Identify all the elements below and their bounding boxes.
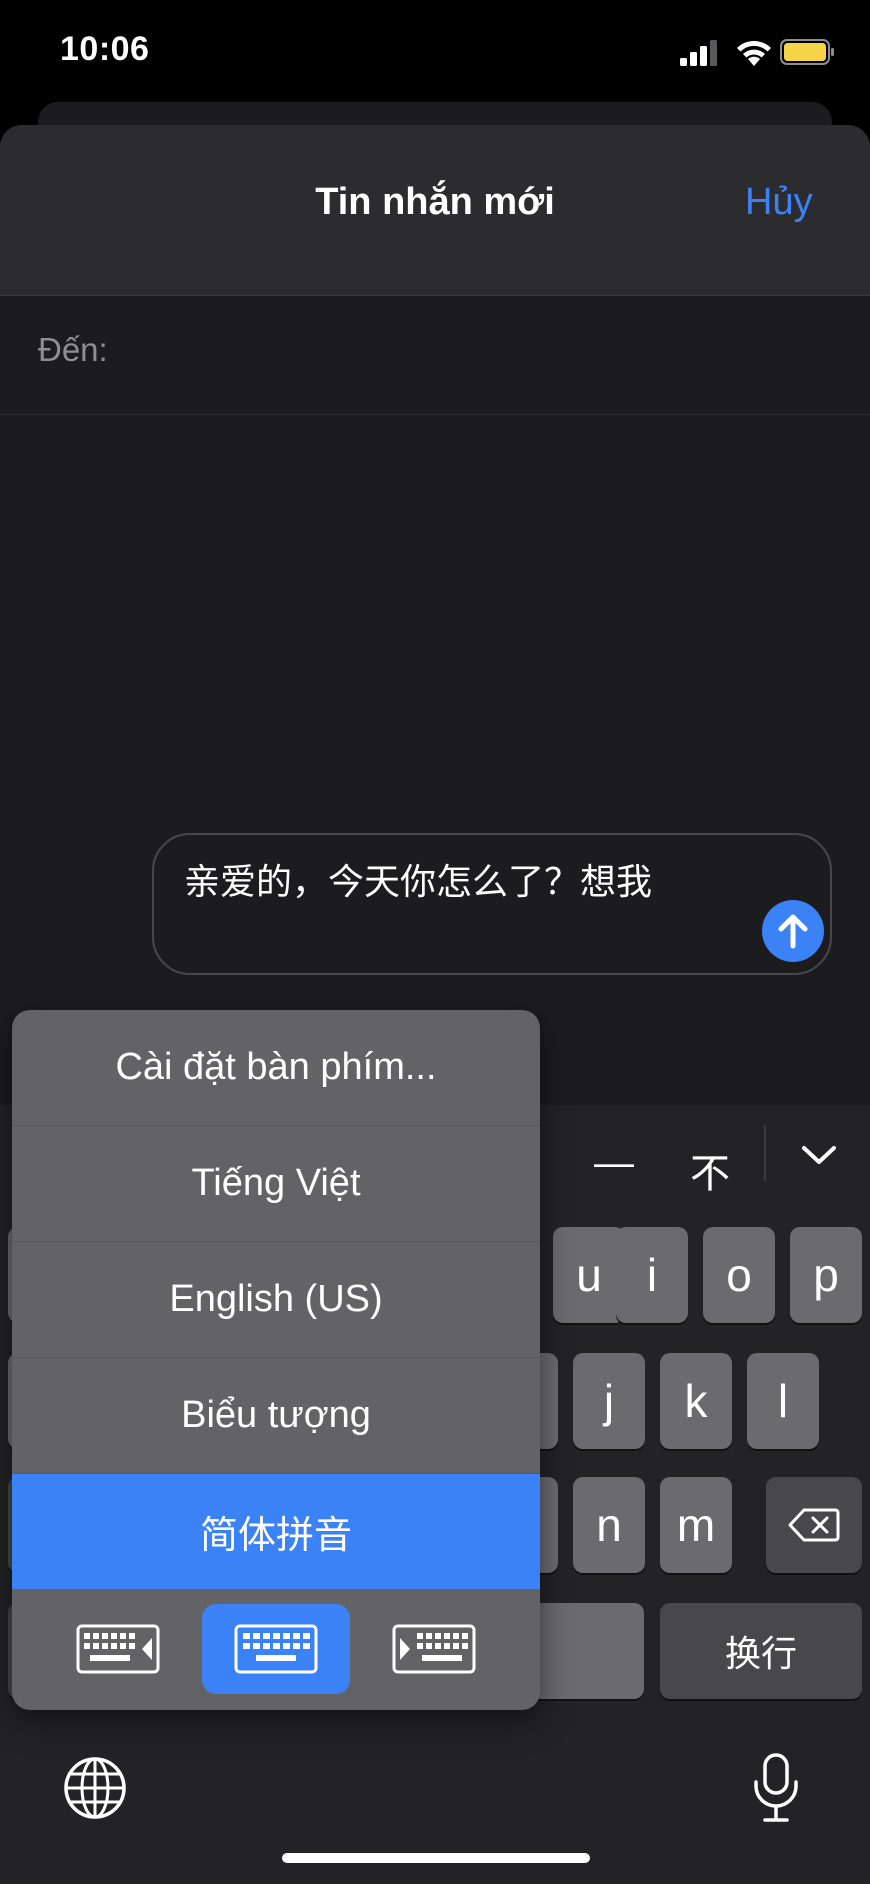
key-l[interactable]: l: [747, 1353, 819, 1449]
key-u[interactable]: u: [553, 1227, 625, 1323]
candidate-separator: [764, 1125, 766, 1181]
sheet-header: Tin nhắn mới Hủy: [0, 125, 870, 296]
full-keyboard-icon: [234, 1624, 318, 1674]
send-button[interactable]: [762, 900, 824, 962]
key-m[interactable]: m: [660, 1477, 732, 1573]
key-n[interactable]: n: [573, 1477, 645, 1573]
to-label: Đến:: [38, 331, 108, 368]
space-key[interactable]: [530, 1603, 644, 1699]
message-input[interactable]: 亲爱的，今天你怎么了？想我: [152, 833, 832, 975]
key-o[interactable]: o: [703, 1227, 775, 1323]
menu-item-emoji[interactable]: Biểu tượng: [12, 1358, 540, 1474]
menu-item-simplified-pinyin[interactable]: 简体拼音: [12, 1474, 540, 1589]
cancel-button[interactable]: Hủy: [745, 181, 813, 224]
key-i[interactable]: i: [616, 1227, 688, 1323]
backspace-icon: [788, 1508, 840, 1542]
chevron-down-icon[interactable]: [800, 1143, 838, 1167]
key-p[interactable]: p: [790, 1227, 862, 1323]
delete-key[interactable]: [766, 1477, 862, 1573]
keyboard-language-menu: Cài đặt bàn phím... Tiếng Việt English (…: [12, 1010, 540, 1710]
key-j[interactable]: j: [573, 1353, 645, 1449]
keyboard-full-mode[interactable]: [202, 1604, 350, 1694]
candidate-word[interactable]: 不: [690, 1141, 730, 1199]
wifi-icon: [737, 40, 771, 66]
message-text: 亲爱的，今天你怎么了？想我: [184, 861, 653, 902]
sheet-title: Tin nhắn mới: [315, 181, 555, 223]
menu-item-english-us[interactable]: English (US): [12, 1242, 540, 1358]
battery-icon: [780, 39, 834, 65]
right-keyboard-icon: [392, 1624, 476, 1674]
recipient-field[interactable]: Đến:: [0, 296, 870, 415]
keyboard-left-mode[interactable]: [44, 1604, 192, 1694]
menu-item-keyboard-settings[interactable]: Cài đặt bàn phím...: [12, 1010, 540, 1126]
cellular-signal-icon: [680, 40, 717, 66]
left-keyboard-icon: [76, 1624, 160, 1674]
home-indicator: [282, 1853, 590, 1863]
key-k[interactable]: k: [660, 1353, 732, 1449]
arrow-up-icon: [778, 914, 808, 949]
menu-item-vietnamese[interactable]: Tiếng Việt: [12, 1126, 540, 1242]
globe-icon[interactable]: [62, 1755, 128, 1821]
candidate-word[interactable]: —: [594, 1141, 634, 1186]
status-time: 10:06: [60, 30, 150, 68]
microphone-icon[interactable]: [750, 1752, 802, 1824]
return-key[interactable]: 换行: [660, 1603, 862, 1699]
keyboard-right-mode[interactable]: [360, 1604, 508, 1694]
